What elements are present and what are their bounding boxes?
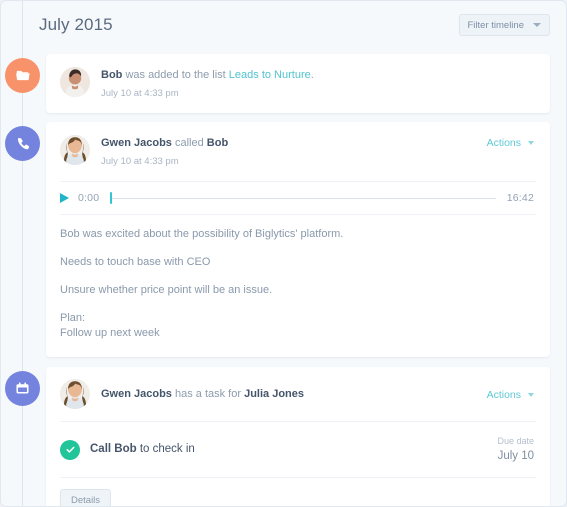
actions-label: Actions bbox=[487, 137, 521, 149]
task-card: Gwen Jacobs has a task for Julia Jones A… bbox=[46, 367, 550, 507]
task-due-date: Due date July 10 bbox=[497, 435, 534, 464]
card-header-text: Gwen Jacobs has a task for Julia Jones bbox=[101, 386, 487, 402]
entry-subject: Bob bbox=[101, 69, 122, 81]
due-date-value: July 10 bbox=[497, 449, 534, 464]
calendar-icon bbox=[5, 371, 40, 406]
entry-object: Julia Jones bbox=[244, 388, 304, 400]
task-footer: Details bbox=[46, 478, 550, 507]
phone-icon bbox=[5, 126, 40, 161]
entry-suffix: . bbox=[311, 69, 314, 81]
folder-icon bbox=[5, 58, 40, 93]
note-paragraph: Needs to touch base with CEO bbox=[60, 255, 534, 270]
avatar bbox=[60, 135, 90, 165]
list-membership-card: Bob was added to the list Leads to Nurtu… bbox=[46, 54, 550, 113]
entry-subject: Gwen Jacobs bbox=[101, 137, 172, 149]
audio-playhead[interactable] bbox=[110, 192, 112, 204]
task-title: Call Bob to check in bbox=[90, 442, 497, 457]
actions-dropdown[interactable]: Actions bbox=[487, 135, 534, 149]
actions-dropdown[interactable]: Actions bbox=[487, 387, 534, 401]
note-paragraph: Bob was excited about the possibility of… bbox=[60, 227, 534, 242]
play-icon[interactable] bbox=[60, 193, 69, 203]
task-row: Call Bob to check in Due date July 10 bbox=[46, 422, 550, 477]
task-title-strong: Call Bob bbox=[90, 443, 137, 455]
entry-title: Gwen Jacobs called Bob bbox=[101, 136, 487, 151]
task-title-rest: to check in bbox=[137, 443, 195, 455]
card-header-text: Bob was added to the list Leads to Nurtu… bbox=[101, 67, 534, 100]
card-header: Bob was added to the list Leads to Nurtu… bbox=[46, 54, 550, 113]
duration: 16:42 bbox=[507, 192, 534, 204]
chevron-down-icon bbox=[528, 141, 534, 145]
timeline-header: July 2015 Filter timeline bbox=[1, 1, 566, 49]
entry-timestamp: July 10 at 4:33 pm bbox=[101, 87, 534, 100]
entry-action: called bbox=[172, 137, 207, 149]
entry-title: Bob was added to the list Leads to Nurtu… bbox=[101, 68, 534, 83]
entry-action: has a task for bbox=[172, 388, 244, 400]
card-header: Gwen Jacobs has a task for Julia Jones A… bbox=[46, 367, 550, 421]
card-header-text: Gwen Jacobs called Bob July 10 at 4:33 p… bbox=[101, 135, 487, 168]
filter-timeline-label: Filter timeline bbox=[468, 20, 525, 31]
check-circle-icon[interactable] bbox=[60, 440, 80, 460]
details-button[interactable]: Details bbox=[60, 489, 111, 507]
avatar bbox=[60, 379, 90, 409]
note-plan: Plan: Follow up next week bbox=[60, 311, 534, 341]
call-notes: Bob was excited about the possibility of… bbox=[46, 215, 550, 357]
timeline-app: July 2015 Filter timeline bbox=[0, 0, 567, 507]
entry-object: Bob bbox=[207, 137, 228, 149]
chevron-down-icon bbox=[533, 23, 541, 27]
chevron-down-icon bbox=[528, 393, 534, 397]
audio-track-line bbox=[110, 198, 495, 199]
entry-subject: Gwen Jacobs bbox=[101, 388, 172, 400]
note-plan-label: Plan: bbox=[60, 311, 534, 326]
current-time: 0:00 bbox=[78, 192, 99, 204]
due-date-label: Due date bbox=[497, 435, 534, 447]
entry-title: Gwen Jacobs has a task for Julia Jones bbox=[101, 387, 487, 402]
entry-action: was added to the list bbox=[122, 69, 228, 81]
call-audio-player: 0:00 16:42 bbox=[46, 182, 550, 214]
card-header: Gwen Jacobs called Bob July 10 at 4:33 p… bbox=[46, 122, 550, 181]
call-card: Gwen Jacobs called Bob July 10 at 4:33 p… bbox=[46, 122, 550, 357]
audio-scrubber[interactable] bbox=[110, 192, 495, 204]
avatar bbox=[60, 67, 90, 97]
entry-timestamp: July 10 at 4:33 pm bbox=[101, 155, 487, 168]
timeline-list: Bob was added to the list Leads to Nurtu… bbox=[1, 49, 566, 506]
actions-label: Actions bbox=[487, 389, 521, 401]
filter-timeline-button[interactable]: Filter timeline bbox=[459, 14, 551, 36]
page-title: July 2015 bbox=[39, 15, 113, 35]
note-paragraph: Unsure whether price point will be an is… bbox=[60, 283, 534, 298]
list-link[interactable]: Leads to Nurture bbox=[229, 69, 311, 81]
note-plan-text: Follow up next week bbox=[60, 326, 534, 341]
